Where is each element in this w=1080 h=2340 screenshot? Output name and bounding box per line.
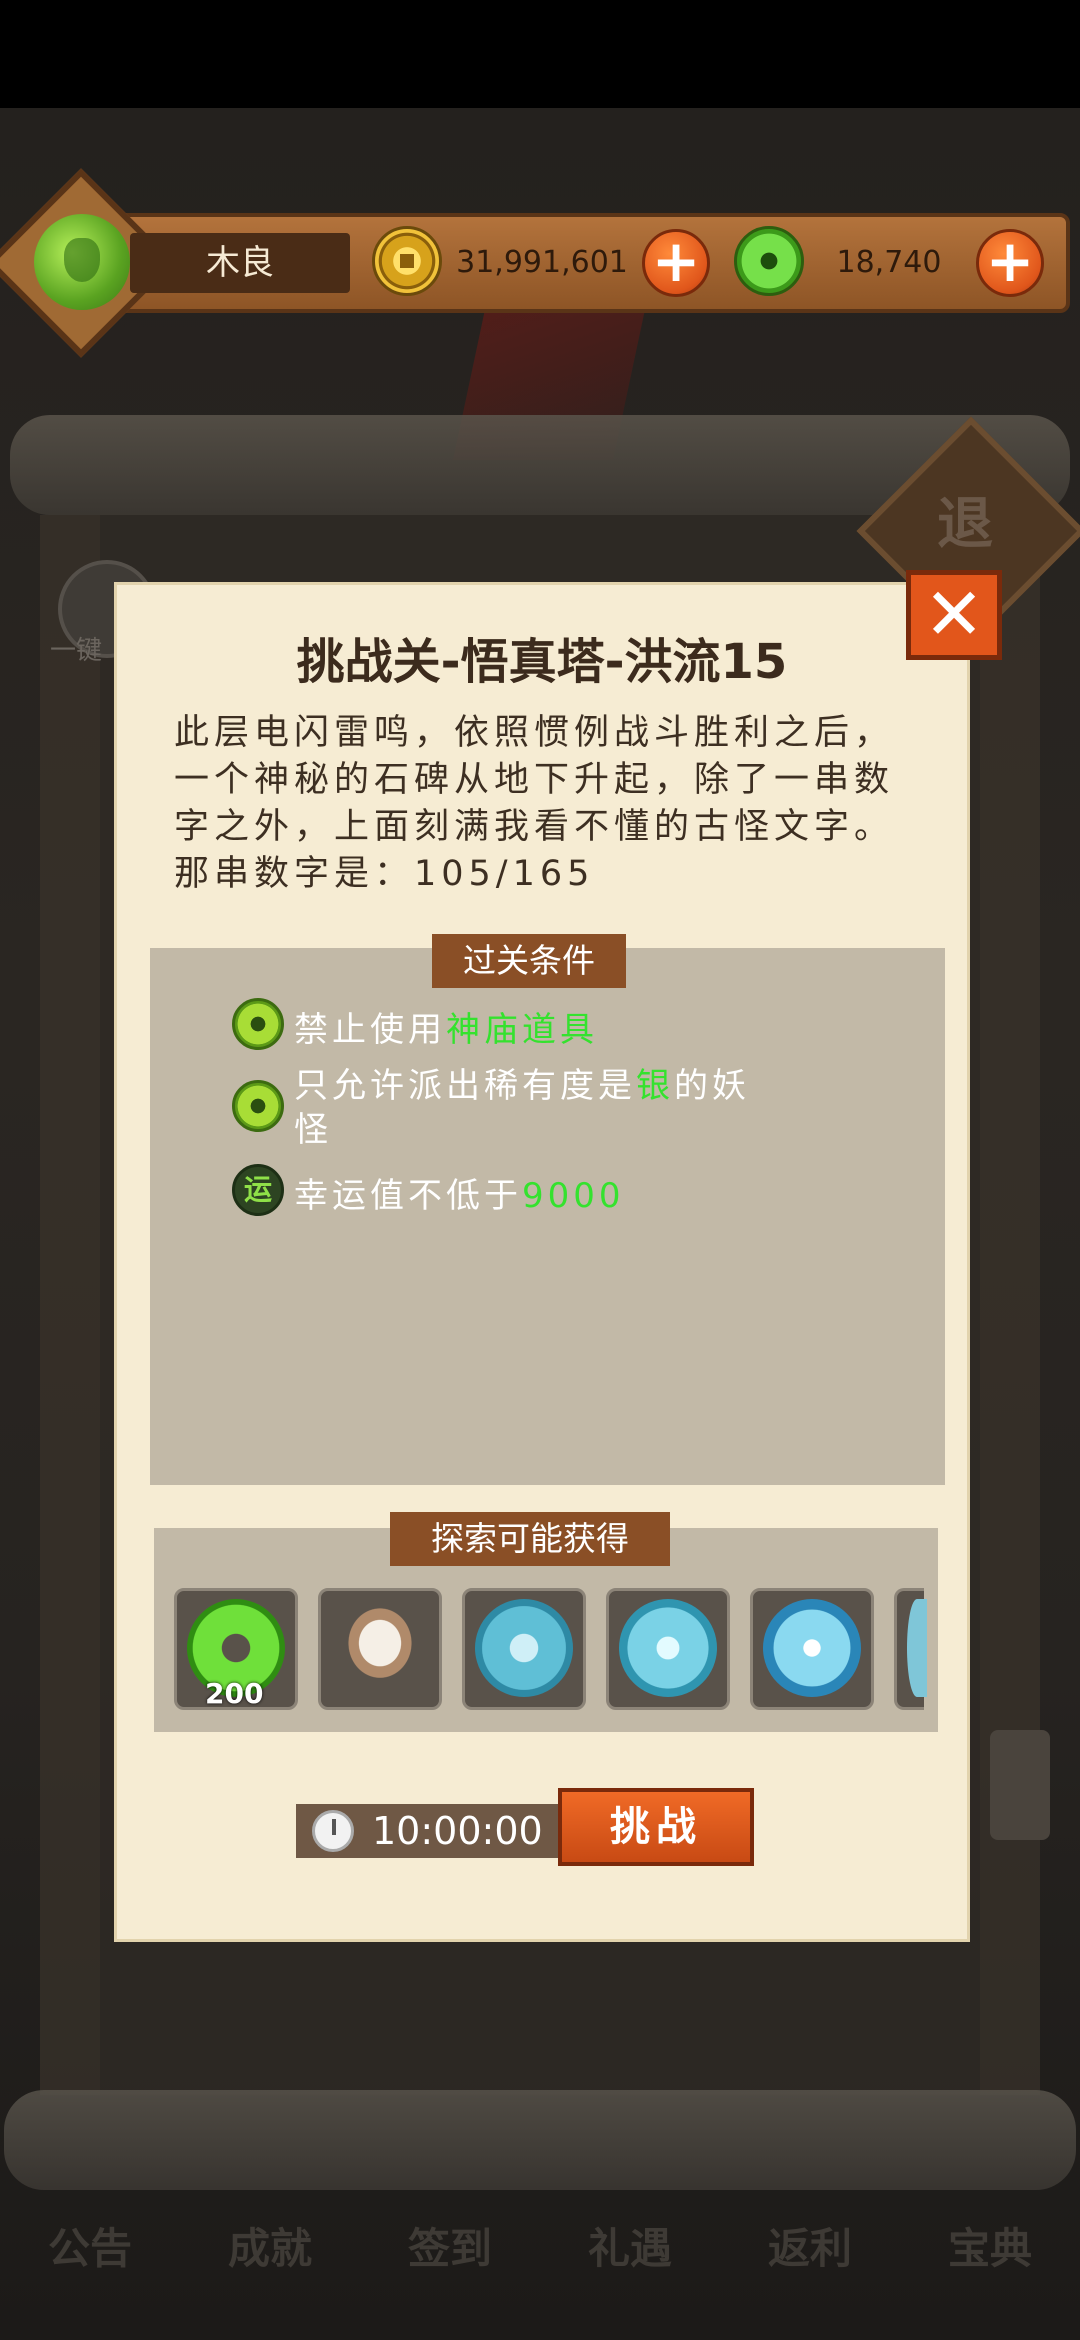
- quick-action-label: 一键: [50, 636, 103, 666]
- add-coins-button[interactable]: +: [642, 229, 710, 297]
- background-scroll-rod-right: [980, 515, 1040, 2095]
- nav-item-rebate: 返利: [767, 2223, 852, 2273]
- condition-2-line2: 怪: [294, 1110, 332, 1150]
- condition-2: 只允许派出稀有度是银的妖怪: [294, 1064, 834, 1152]
- dialog-story: 此层电闪雷鸣，依照惯例战斗胜利之后，一个神秘的石碑从地下升起，除了一串数字之外，…: [174, 713, 895, 894]
- luck-icon: 运: [232, 1164, 284, 1216]
- reward-slot[interactable]: [606, 1588, 730, 1710]
- condition-3: 幸运值不低于9000: [294, 1168, 625, 1217]
- condition-2-highlight: 银: [636, 1066, 674, 1106]
- condition-3-highlight: 9000: [522, 1176, 625, 1216]
- reward-slot[interactable]: [462, 1588, 586, 1710]
- background-scroll-bottom: [4, 2090, 1076, 2190]
- reward-slot[interactable]: 200: [174, 1588, 298, 1710]
- jade-currency-icon: [734, 226, 804, 296]
- ice-rune-icon: [475, 1599, 573, 1697]
- avatar[interactable]: [34, 214, 130, 310]
- jade-bullet-icon: [232, 1080, 284, 1132]
- condition-2-text: 只允许派出稀有度是: [294, 1066, 636, 1106]
- nav-item-gifts: 礼遇: [587, 2223, 672, 2273]
- nav-item-achievements: 成就: [227, 2223, 312, 2273]
- jade-bullet-icon: [232, 998, 284, 1050]
- player-name: 木良: [130, 233, 350, 293]
- hamster-pet-icon: [331, 1599, 429, 1697]
- conditions-header: 过关条件: [432, 934, 626, 988]
- condition-1: 禁止使用神庙道具: [294, 1002, 598, 1051]
- nav-item-checkin: 签到: [407, 2223, 492, 2273]
- reward-slot[interactable]: [750, 1588, 874, 1710]
- ice-orb-icon: [763, 1599, 861, 1697]
- ice-partial-icon: [907, 1599, 927, 1697]
- rewards-header: 探索可能获得: [390, 1512, 670, 1566]
- condition-1-highlight: 神庙道具: [446, 1010, 598, 1050]
- reward-slot[interactable]: [894, 1588, 927, 1710]
- jade-amount: 18,740: [836, 245, 942, 280]
- exit-sign-label: 退: [937, 492, 993, 557]
- challenge-button[interactable]: 挑战: [558, 1788, 754, 1866]
- nav-item-guide: 宝典: [947, 2223, 1032, 2273]
- background-side-tab: [990, 1730, 1050, 1840]
- reward-slot[interactable]: [318, 1588, 442, 1710]
- stopwatch-icon: [312, 1810, 354, 1852]
- condition-3-text: 幸运值不低于: [294, 1176, 522, 1216]
- gold-coin-icon: [372, 226, 442, 296]
- condition-2-suffix: 的妖: [674, 1066, 750, 1106]
- coin-amount: 31,991,601: [456, 245, 628, 280]
- reward-count: 200: [205, 1677, 264, 1710]
- ice-crystal-icon: [619, 1599, 717, 1697]
- dialog-title: 挑战关-悟真塔-洪流15: [296, 634, 788, 690]
- background-scroll-rod-left: [40, 515, 100, 2095]
- bottom-nav: 公告 成就 签到 礼遇 返利 宝典: [0, 2180, 1080, 2310]
- status-bar: [0, 0, 1080, 108]
- add-jade-button[interactable]: +: [976, 229, 1044, 297]
- nav-item-announcement: 公告: [47, 2223, 132, 2273]
- condition-1-text: 禁止使用: [294, 1010, 446, 1050]
